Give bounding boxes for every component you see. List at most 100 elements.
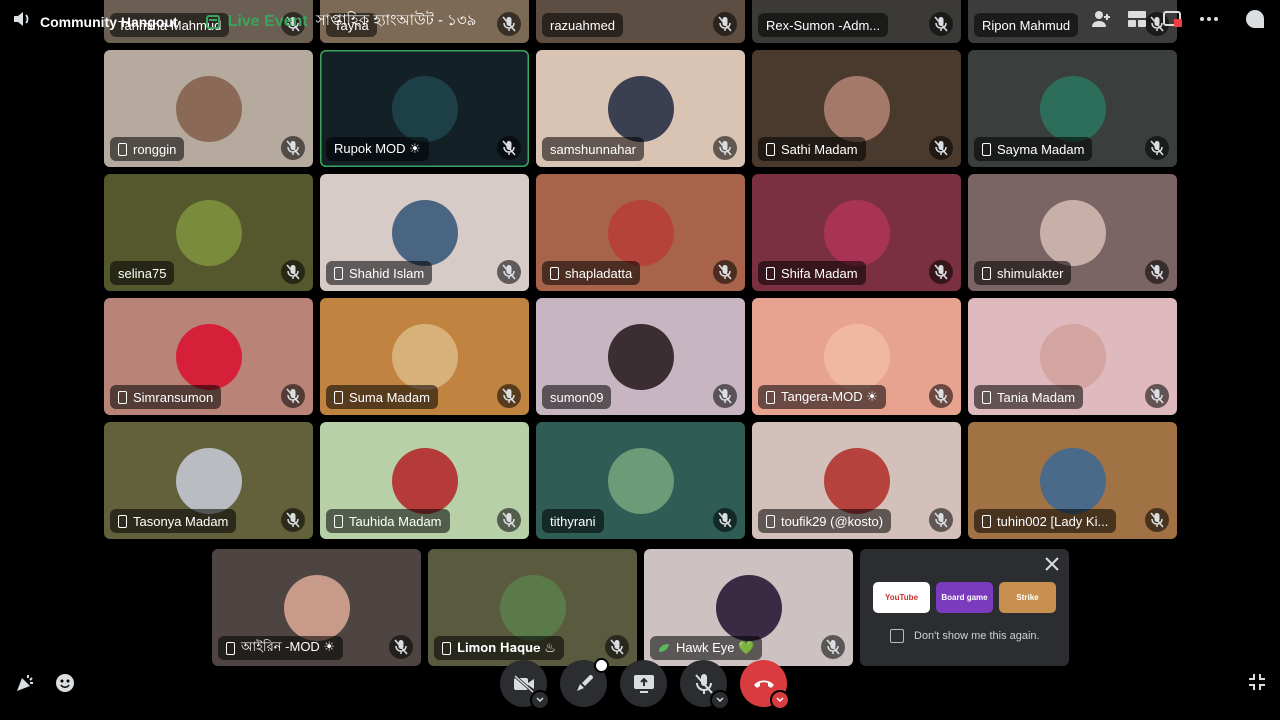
participant-tile[interactable]: toufik29 (@kosto) xyxy=(752,422,961,539)
participant-name-pill: Hawk Eye 💚 xyxy=(650,636,763,660)
participant-tile[interactable]: tuhin002 [Lady Ki... xyxy=(968,422,1177,539)
activity-card[interactable]: Board game xyxy=(936,582,993,613)
camera-toggle-button[interactable] xyxy=(500,660,550,710)
chevron-down-icon[interactable] xyxy=(770,690,790,710)
participant-name-pill: আইরিন -MOD ☀ xyxy=(218,636,344,660)
activity-card-label: Strike xyxy=(1016,593,1039,602)
participant-tile[interactable]: Shifa Madam xyxy=(752,174,961,291)
participant-name-pill: samshunnahar xyxy=(542,137,644,161)
mobile-device-icon xyxy=(766,266,775,280)
participant-name: shapladatta xyxy=(565,265,633,281)
participant-name-pill: Rupok MOD ☀ xyxy=(326,137,429,161)
mute-mic-button[interactable] xyxy=(680,660,730,710)
muted-mic-icon xyxy=(929,260,953,284)
activity-card[interactable]: YouTube xyxy=(873,582,930,613)
close-icon[interactable] xyxy=(1045,557,1059,576)
participant-tile[interactable]: Suma Madam xyxy=(320,298,529,415)
muted-mic-icon xyxy=(281,508,305,532)
mobile-device-icon xyxy=(334,266,343,280)
avatar xyxy=(499,574,566,641)
fullscreen-exit-icon[interactable] xyxy=(1248,673,1266,696)
participant-grid: Tahmina Mahmud Tayna razuahmed Rex-Sumon -A… xyxy=(104,0,1177,539)
participant-tile[interactable]: Sathi Madam xyxy=(752,50,961,167)
participant-name: আইরিন -MOD ☀ xyxy=(241,638,336,654)
participant-name-pill: tithyrani xyxy=(542,509,604,533)
participant-name: tuhin002 [Lady Ki... xyxy=(997,513,1109,529)
mobile-device-icon xyxy=(766,514,775,528)
muted-mic-icon xyxy=(389,635,413,659)
mobile-device-icon xyxy=(982,142,991,156)
soundboard-icon[interactable] xyxy=(14,672,36,699)
participant-tile[interactable]: shimulakter xyxy=(968,174,1177,291)
chevron-down-icon[interactable] xyxy=(530,690,550,710)
dont-show-again-checkbox[interactable]: Don't show me this again. xyxy=(890,629,1040,643)
participant-tile[interactable]: Rupok MOD ☀ xyxy=(320,50,529,167)
participant-tile[interactable]: Tauhida Madam xyxy=(320,422,529,539)
chevron-down-icon[interactable] xyxy=(710,690,730,710)
mobile-device-icon xyxy=(766,390,775,404)
event-name[interactable]: সাপ্তাহিক হ্যাংআউট - ১৩৯ xyxy=(316,9,477,34)
avatar xyxy=(175,199,242,266)
mobile-device-icon xyxy=(334,390,343,404)
participant-tile[interactable]: 𝐋𝐢𝐦𝐨𝐧 𝐇𝐚𝐪𝐮𝐞 ♨ xyxy=(428,549,637,666)
participant-tile[interactable]: tithyrani xyxy=(536,422,745,539)
call-controls xyxy=(500,658,790,710)
mobile-device-icon xyxy=(118,390,127,404)
participant-tile[interactable]: selina75 xyxy=(104,174,313,291)
participant-name: Shifa Madam xyxy=(781,265,858,281)
participant-name-pill: toufik29 (@kosto) xyxy=(758,509,892,533)
participant-tile[interactable]: shapladatta xyxy=(536,174,745,291)
participant-name: Hawk Eye 💚 xyxy=(676,640,755,655)
participant-row-bottom: আইরিন -MOD ☀ 𝐋𝐢𝐦𝐨𝐧 𝐇𝐚𝐪𝐮𝐞 ♨ Hawk Eye 💚 YouT… xyxy=(212,549,1069,666)
mobile-device-icon xyxy=(334,514,343,528)
screen-share-button[interactable] xyxy=(620,660,667,707)
muted-mic-icon xyxy=(497,508,521,532)
add-user-icon[interactable] xyxy=(1090,8,1112,30)
participant-tile[interactable]: samshunnahar xyxy=(536,50,745,167)
participant-name: Shahid Islam xyxy=(349,265,425,281)
muted-mic-icon xyxy=(281,136,305,160)
popout-icon[interactable] xyxy=(1162,8,1184,30)
mobile-device-icon xyxy=(442,641,451,655)
avatar xyxy=(175,323,242,390)
mobile-device-icon xyxy=(982,390,991,404)
mobile-device-icon xyxy=(226,641,235,655)
participant-name: shimulakter xyxy=(997,265,1064,281)
participant-tile[interactable]: Simransumon xyxy=(104,298,313,415)
participant-name: ronggin xyxy=(133,141,177,157)
participant-tile[interactable]: Hawk Eye 💚 xyxy=(644,549,853,666)
chat-icon[interactable] xyxy=(1244,8,1266,30)
emoji-icon[interactable] xyxy=(54,672,76,699)
participant-tile[interactable]: Tasonya Madam xyxy=(104,422,313,539)
participant-tile[interactable]: আইরিন -MOD ☀ xyxy=(212,549,421,666)
participant-name: Tauhida Madam xyxy=(349,513,442,529)
participant-name-pill: sumon09 xyxy=(542,385,612,409)
participant-name-pill: Simransumon xyxy=(110,385,222,409)
muted-mic-icon xyxy=(713,260,737,284)
participant-name-pill: Tania Madam xyxy=(974,385,1084,409)
avatar xyxy=(391,199,458,266)
activity-promo-card: YouTube Board game Strike Don't show me th… xyxy=(860,549,1069,666)
participant-name: toufik29 (@kosto) xyxy=(781,513,884,529)
muted-mic-icon xyxy=(497,384,521,408)
participant-tile[interactable]: Shahid Islam xyxy=(320,174,529,291)
participant-tile[interactable]: Tangera-MOD ☀ xyxy=(752,298,961,415)
checkbox-box[interactable] xyxy=(890,629,904,643)
participant-tile[interactable]: Tania Madam xyxy=(968,298,1177,415)
mobile-device-icon xyxy=(118,514,127,528)
calendar-icon xyxy=(205,14,220,29)
avatar xyxy=(1039,199,1106,266)
avatar xyxy=(283,574,350,641)
disconnect-button[interactable] xyxy=(740,660,790,710)
grid-layout-icon[interactable] xyxy=(1126,8,1148,30)
participant-tile[interactable]: sumon09 xyxy=(536,298,745,415)
participant-tile[interactable]: ronggin xyxy=(104,50,313,167)
avatar xyxy=(823,75,890,142)
activity-card[interactable]: Strike xyxy=(999,582,1056,613)
participant-name: Suma Madam xyxy=(349,389,430,405)
avatar xyxy=(175,75,242,142)
activity-button[interactable] xyxy=(560,658,609,707)
more-options-icon[interactable] xyxy=(1198,8,1220,30)
participant-tile[interactable]: Sayma Madam xyxy=(968,50,1177,167)
live-event-label[interactable]: Live Event xyxy=(228,13,308,31)
